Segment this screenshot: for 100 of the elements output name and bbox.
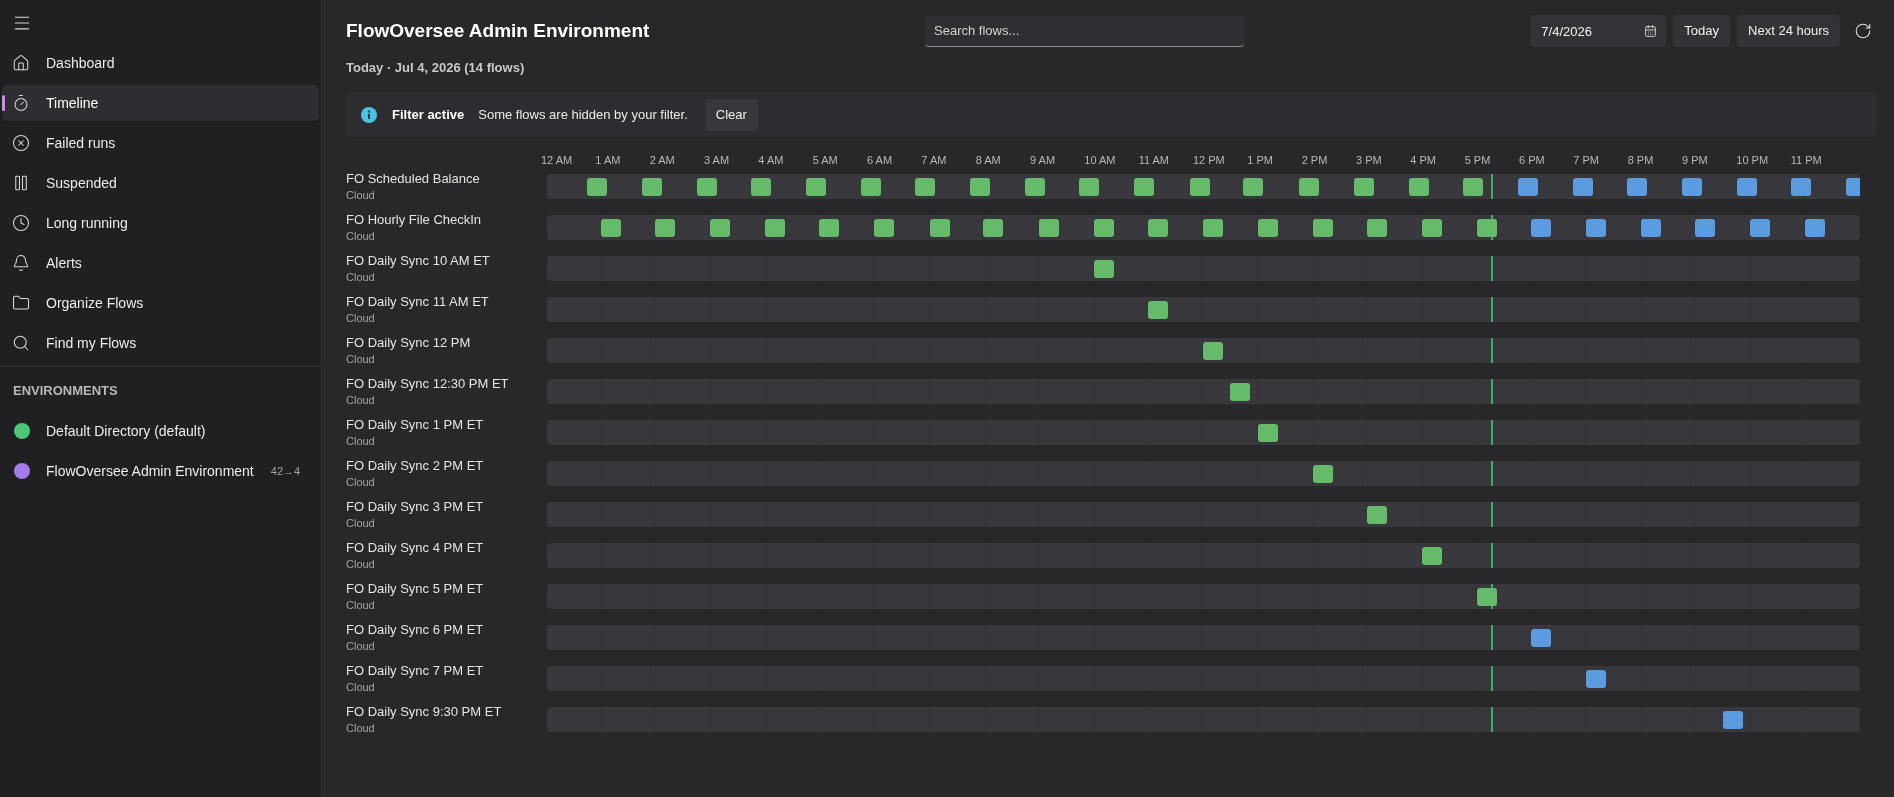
run-marker[interactable] (1750, 218, 1771, 237)
run-marker[interactable] (1147, 300, 1168, 319)
run-marker[interactable] (1477, 587, 1498, 606)
run-marker[interactable] (1641, 218, 1662, 237)
run-marker[interactable] (1722, 710, 1743, 729)
hour-label: 2 AM (649, 153, 675, 167)
run-marker[interactable] (601, 218, 622, 237)
run-marker[interactable] (586, 177, 607, 196)
hour-label: 11 PM (1790, 153, 1822, 167)
search-field[interactable]: Search flows... (925, 15, 1244, 47)
run-marker[interactable] (1230, 382, 1251, 401)
hour-label: 9 PM (1682, 153, 1708, 167)
run-marker[interactable] (1202, 218, 1223, 237)
flow-caption: Cloud (346, 229, 376, 243)
run-marker[interactable] (1530, 628, 1551, 647)
run-marker[interactable] (1586, 218, 1607, 237)
folder-icon (12, 294, 30, 312)
run-marker[interactable] (806, 177, 827, 196)
run-marker[interactable] (970, 177, 991, 196)
nav-item[interactable]: Failed runs (2, 125, 319, 161)
run-marker[interactable] (1626, 177, 1647, 196)
hour-label: 12 PM (1193, 153, 1225, 167)
run-marker[interactable] (861, 177, 882, 196)
hour-label: 8 PM (1627, 153, 1654, 167)
run-marker[interactable] (1366, 505, 1387, 524)
run-marker[interactable] (1737, 177, 1758, 196)
run-marker[interactable] (1408, 177, 1429, 196)
run-marker[interactable] (1421, 546, 1442, 565)
run-marker[interactable] (1312, 464, 1333, 483)
nav-item[interactable]: Organize Flows (2, 285, 319, 321)
run-marker[interactable] (1366, 218, 1387, 237)
environment-name: Default Directory (default) (46, 421, 206, 441)
date-field[interactable]: 7/4/2026 (1530, 15, 1667, 47)
flow-name: FO Daily Sync 12:30 PM ET (346, 376, 510, 392)
run-marker[interactable] (1517, 177, 1538, 196)
run-marker[interactable] (1353, 177, 1374, 196)
header-button[interactable]: Today (1673, 15, 1731, 47)
page-title: FlowOversee Admin Environment (346, 19, 651, 43)
run-marker[interactable] (1530, 218, 1551, 237)
run-marker[interactable] (983, 218, 1004, 237)
nav-item[interactable]: Timeline (2, 85, 319, 121)
run-marker[interactable] (1805, 218, 1826, 237)
header-button[interactable]: Next 24 hours (1737, 15, 1840, 47)
run-marker[interactable] (1093, 218, 1114, 237)
run-marker[interactable] (710, 218, 731, 237)
run-marker[interactable] (1202, 341, 1223, 360)
environment-item[interactable]: Default Directory (default) (2, 413, 319, 449)
circle-x-icon (12, 134, 30, 152)
run-marker[interactable] (642, 177, 663, 196)
run-marker[interactable] (915, 177, 936, 196)
run-marker[interactable] (1243, 177, 1264, 196)
run-marker[interactable] (765, 218, 786, 237)
run-marker[interactable] (1134, 177, 1155, 196)
refresh-button[interactable] (1854, 22, 1872, 40)
run-marker[interactable] (697, 177, 718, 196)
run-marker[interactable] (1572, 177, 1593, 196)
run-marker[interactable] (1189, 177, 1210, 196)
run-marker[interactable] (1681, 177, 1702, 196)
run-marker[interactable] (1093, 259, 1114, 278)
run-marker[interactable] (819, 218, 840, 237)
run-marker[interactable] (655, 218, 676, 237)
nav-item[interactable]: Alerts (2, 245, 319, 281)
hour-label: 6 AM (867, 153, 893, 167)
hour-label: 7 PM (1573, 153, 1599, 167)
run-marker[interactable] (1038, 218, 1059, 237)
hour-label: 2 PM (1301, 153, 1328, 167)
clock-icon (12, 214, 30, 232)
run-marker[interactable] (1257, 423, 1278, 442)
nav-item[interactable]: Dashboard (2, 45, 319, 81)
nav-item[interactable]: Suspended (2, 165, 319, 201)
flow-caption: Cloud (346, 393, 376, 407)
run-marker[interactable] (1695, 218, 1716, 237)
run-marker[interactable] (1257, 218, 1278, 237)
run-marker[interactable] (1586, 669, 1607, 688)
run-marker[interactable] (1147, 218, 1168, 237)
run-marker[interactable] (751, 177, 771, 196)
run-marker[interactable] (1477, 218, 1498, 237)
date-summary: Today · Jul 4, 2026 (14 flows) (346, 60, 526, 76)
run-marker[interactable] (1421, 218, 1442, 237)
bell-icon (12, 254, 30, 272)
nav-item[interactable]: Find my Flows (2, 325, 319, 361)
run-marker[interactable] (1312, 218, 1333, 237)
run-marker[interactable] (1025, 177, 1046, 196)
nav-item[interactable]: Long running (2, 205, 319, 241)
refresh-icon (1854, 22, 1872, 40)
flow-name: FO Hourly File CheckIn (346, 212, 483, 228)
hour-label: 4 AM (758, 153, 784, 167)
run-marker[interactable] (1462, 177, 1483, 196)
clear-button[interactable]: Clear (704, 98, 758, 131)
flow-caption: Cloud (346, 557, 376, 571)
run-marker[interactable] (1846, 177, 1860, 196)
run-marker[interactable] (874, 218, 895, 237)
run-marker[interactable] (929, 218, 950, 237)
search-icon (12, 334, 30, 352)
filter-message: Some flows are hidden by your filter. (478, 105, 688, 124)
run-marker[interactable] (1298, 177, 1319, 196)
environment-item[interactable]: FlowOversee Admin Environment 42→4 (2, 453, 319, 489)
run-marker[interactable] (1079, 177, 1100, 196)
run-marker[interactable] (1790, 177, 1811, 196)
flow-name: FO Daily Sync 1 PM ET (346, 417, 485, 433)
